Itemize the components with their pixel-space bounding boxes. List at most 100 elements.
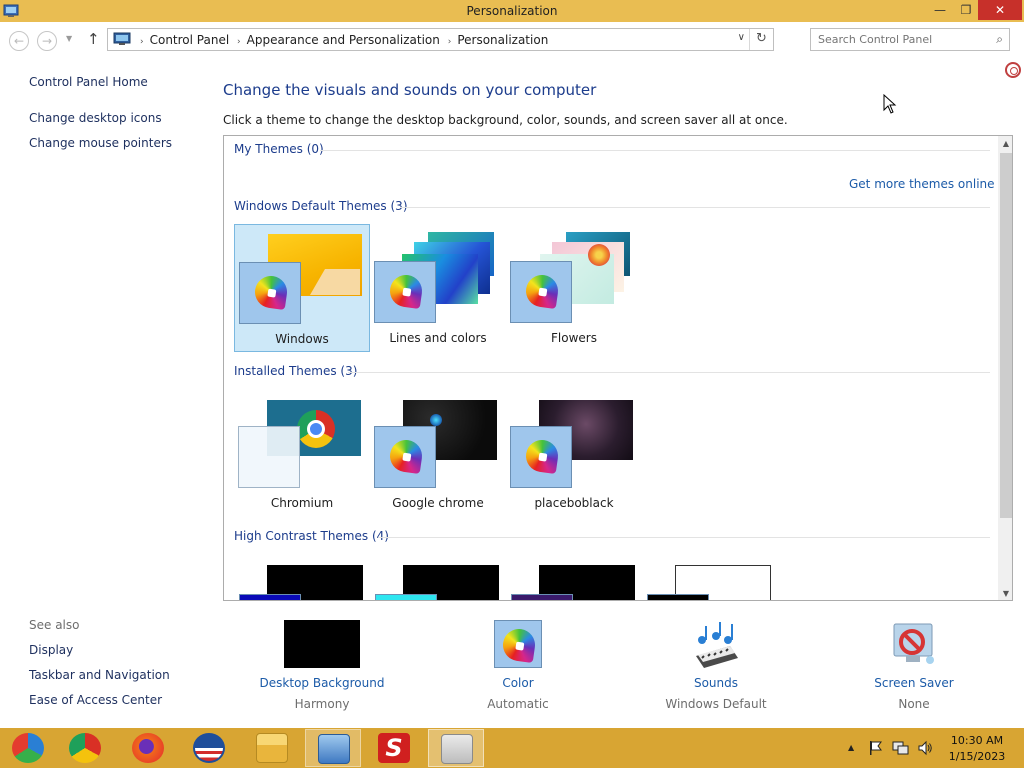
theme-name: placeboblack bbox=[534, 496, 614, 510]
close-button[interactable]: ✕ bbox=[978, 0, 1022, 20]
mouse-cursor-icon bbox=[883, 94, 897, 114]
theme-color-swatch bbox=[511, 594, 573, 600]
see-also-heading: See also bbox=[29, 618, 80, 632]
sounds-setting[interactable]: Sounds Windows Default bbox=[656, 620, 776, 711]
color-fan-icon bbox=[523, 272, 561, 310]
minimize-button[interactable]: — bbox=[926, 0, 954, 20]
screen-saver-setting[interactable]: Screen Saver None bbox=[864, 620, 964, 711]
theme-color-swatch bbox=[510, 261, 572, 323]
theme-tile-flowers[interactable]: Flowers bbox=[506, 224, 642, 352]
taskbar-navigation-link[interactable]: Taskbar and Navigation bbox=[29, 668, 170, 682]
breadcrumb-appearance[interactable]: Appearance and Personalization bbox=[247, 33, 440, 47]
wallpaper-glow bbox=[430, 414, 442, 426]
theme-tile-high-contrast-white[interactable] bbox=[642, 554, 778, 600]
flower-image bbox=[588, 244, 610, 266]
color-fan-icon bbox=[387, 437, 425, 475]
search-icon[interactable]: ⌕ bbox=[996, 32, 1003, 47]
theme-color-swatch bbox=[375, 594, 437, 600]
color-label[interactable]: Color bbox=[468, 676, 568, 690]
theme-name: Flowers bbox=[551, 331, 597, 345]
group-divider bbox=[400, 207, 990, 208]
taskbar-file-explorer[interactable] bbox=[244, 729, 300, 767]
sounds-value: Windows Default bbox=[665, 697, 767, 711]
network-tray-icon[interactable] bbox=[892, 740, 910, 756]
theme-color-swatch bbox=[647, 594, 709, 600]
refresh-button[interactable]: ↻ bbox=[749, 29, 773, 50]
tray-overflow-icon[interactable]: ▲ bbox=[848, 743, 854, 752]
breadcrumb-separator: › bbox=[140, 37, 144, 47]
forward-button[interactable]: → bbox=[37, 31, 57, 51]
color-fan-icon bbox=[387, 272, 425, 310]
breadcrumb-control-panel[interactable]: Control Panel bbox=[150, 33, 230, 47]
theme-name: Chromium bbox=[270, 496, 334, 510]
title-bar: Personalization — ❐ ✕ bbox=[0, 0, 1024, 22]
firefox-icon bbox=[132, 733, 164, 763]
breadcrumb-personalization[interactable]: Personalization bbox=[457, 33, 548, 47]
color-fan-icon bbox=[523, 437, 561, 475]
theme-color-swatch bbox=[239, 594, 301, 600]
display-link[interactable]: Display bbox=[29, 643, 73, 657]
help-icon[interactable] bbox=[1005, 62, 1021, 78]
taskbar: S ▲ 10:30 AM 1/15/2023 bbox=[0, 728, 1024, 768]
desktop-background-label[interactable]: Desktop Background bbox=[256, 676, 388, 690]
theme-list-scrollbar[interactable]: ▲ ▼ bbox=[998, 136, 1012, 600]
action-center-flag-icon[interactable] bbox=[868, 740, 884, 756]
clock-date: 1/15/2023 bbox=[948, 750, 1006, 763]
theme-color-swatch bbox=[510, 426, 572, 488]
up-button[interactable]: ↑ bbox=[87, 30, 100, 48]
screen-saver-label[interactable]: Screen Saver bbox=[864, 676, 964, 690]
taskbar-chromium[interactable] bbox=[0, 729, 56, 767]
s-app-icon: S bbox=[378, 733, 410, 763]
color-fan-icon bbox=[252, 273, 290, 311]
control-panel-home-link[interactable]: Control Panel Home bbox=[29, 75, 148, 89]
obama-logo-icon bbox=[193, 733, 225, 763]
volume-icon[interactable] bbox=[917, 740, 933, 756]
theme-tile-lines-and-colors[interactable]: Lines and colors bbox=[370, 224, 506, 352]
theme-color-swatch bbox=[238, 426, 300, 488]
desktop-background-setting[interactable]: Desktop Background Harmony bbox=[256, 620, 388, 711]
back-button[interactable]: ← bbox=[9, 31, 29, 51]
clock[interactable]: 10:30 AM 1/15/2023 bbox=[942, 733, 1012, 765]
taskbar-s-app[interactable]: S bbox=[366, 729, 422, 767]
theme-name: Windows bbox=[275, 332, 329, 346]
theme-color-swatch bbox=[374, 426, 436, 488]
search-box[interactable]: ⌕ bbox=[810, 28, 1010, 51]
taskbar-campaign-app[interactable] bbox=[181, 729, 237, 767]
theme-tile-chromium[interactable]: Chromium bbox=[234, 389, 370, 517]
desktop-background-value: Harmony bbox=[294, 697, 350, 711]
maximize-button[interactable]: ❐ bbox=[954, 0, 978, 20]
screen-saver-icon bbox=[893, 623, 934, 664]
network-icon bbox=[318, 734, 350, 764]
change-desktop-icons-link[interactable]: Change desktop icons bbox=[29, 111, 162, 125]
group-title-windows-default: Windows Default Themes (3) bbox=[234, 199, 408, 213]
theme-tile-high-contrast-3[interactable] bbox=[506, 554, 642, 600]
scroll-down-button[interactable]: ▼ bbox=[998, 586, 1012, 600]
address-bar[interactable]: › Control Panel › Appearance and Personali… bbox=[107, 28, 774, 51]
address-dropdown-icon[interactable]: ∨ bbox=[738, 32, 745, 43]
taskbar-control-panel[interactable] bbox=[428, 729, 484, 767]
get-more-themes-link[interactable]: Get more themes online bbox=[849, 177, 995, 191]
chromium-logo-center bbox=[307, 420, 325, 438]
group-divider bbox=[348, 372, 990, 373]
theme-tile-high-contrast-2[interactable] bbox=[370, 554, 506, 600]
color-setting[interactable]: Color Automatic bbox=[468, 620, 568, 711]
change-mouse-pointers-link[interactable]: Change mouse pointers bbox=[29, 136, 172, 150]
scroll-up-button[interactable]: ▲ bbox=[998, 136, 1012, 152]
clock-time: 10:30 AM bbox=[950, 734, 1004, 747]
theme-tile-windows[interactable]: Windows bbox=[234, 224, 370, 352]
taskbar-chrome[interactable] bbox=[57, 729, 113, 767]
theme-list[interactable]: My Themes (0) Get more themes online Win… bbox=[223, 135, 1013, 601]
theme-color-swatch bbox=[374, 261, 436, 323]
theme-tile-high-contrast-1[interactable] bbox=[234, 554, 370, 600]
scroll-thumb[interactable] bbox=[1000, 153, 1012, 518]
ease-of-access-link[interactable]: Ease of Access Center bbox=[29, 693, 162, 707]
search-input[interactable] bbox=[818, 33, 988, 46]
theme-tile-placeboblack[interactable]: placeboblack bbox=[506, 389, 642, 517]
sounds-label[interactable]: Sounds bbox=[656, 676, 776, 690]
taskbar-network[interactable] bbox=[305, 729, 361, 767]
taskbar-firefox[interactable] bbox=[120, 729, 176, 767]
group-title-installed: Installed Themes (3) bbox=[234, 364, 358, 378]
recent-locations-dropdown[interactable]: ▼ bbox=[66, 34, 72, 43]
chromium-icon bbox=[12, 733, 44, 763]
theme-tile-google-chrome[interactable]: Google chrome bbox=[370, 389, 506, 517]
